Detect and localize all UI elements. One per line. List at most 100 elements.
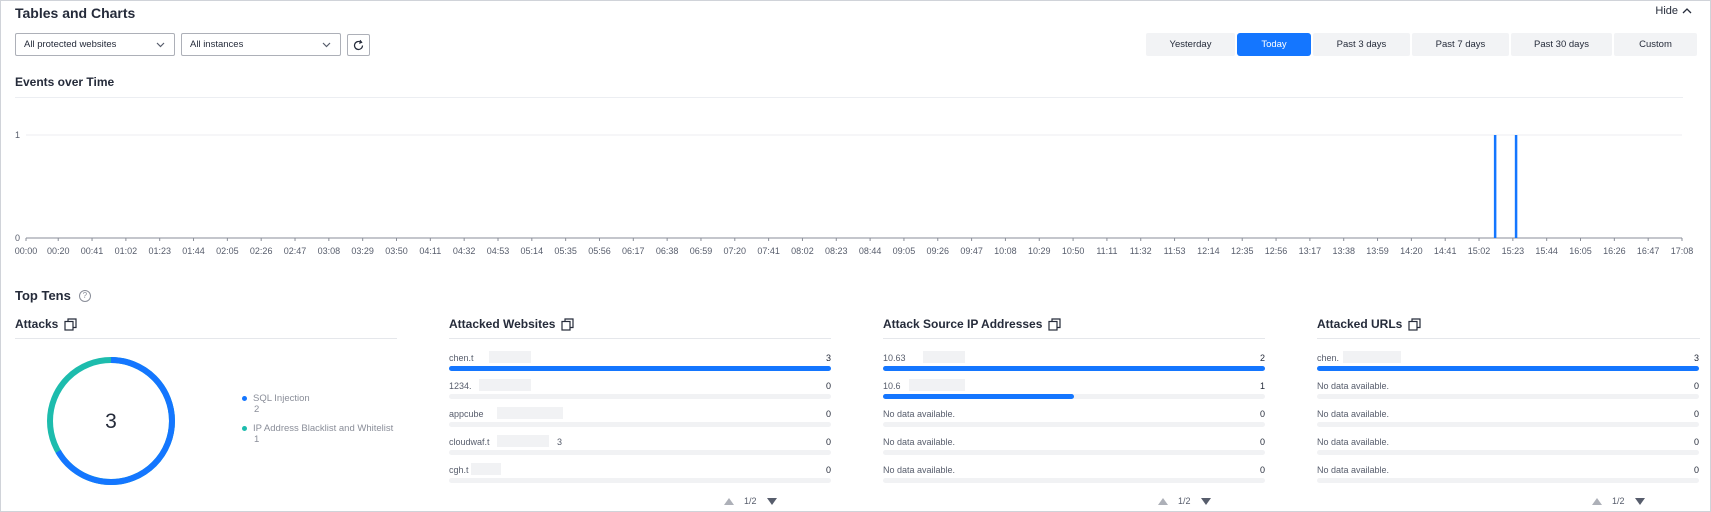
legend-item-sql-injection[interactable]: SQL Injection 2 <box>242 393 402 415</box>
x-tick-label: 08:02 <box>791 246 814 256</box>
legend-label: IP Address Blacklist and Whitelist <box>253 423 394 434</box>
list-item-count: 0 <box>825 437 831 447</box>
help-icon[interactable]: ? <box>78 289 91 302</box>
list-item[interactable]: 10.6 1 <box>883 377 1265 405</box>
list-item-count: 2 <box>1259 353 1265 363</box>
list-item[interactable]: chen.t 3 <box>449 349 831 377</box>
events-chart-title: Events over Time <box>15 75 115 89</box>
attacks-total: 3 <box>105 410 117 433</box>
x-tick-label: 11:53 <box>1164 246 1186 256</box>
progress-track <box>449 450 831 455</box>
redaction-mask <box>479 379 531 391</box>
x-tick-label: 13:59 <box>1366 246 1389 256</box>
list-item-label: chen. <box>1317 353 1340 363</box>
attacked-websites-panel: Attacked Websites chen.t 3 1234. 0 appcube 0 cl… <box>449 315 831 506</box>
x-tick-label: 17:08 <box>1671 246 1694 256</box>
progress-fill <box>883 366 1265 371</box>
x-tick-label: 14:41 <box>1434 246 1457 256</box>
page-indicator: 1/2 <box>1612 496 1625 506</box>
range-custom[interactable]: Custom <box>1614 33 1697 56</box>
x-tick-label: 04:53 <box>487 246 510 256</box>
list-item[interactable]: No data available. 0 <box>1317 461 1699 489</box>
list-item-count: 3 <box>1693 353 1699 363</box>
x-tick-label: 00:20 <box>47 246 70 256</box>
progress-track <box>883 450 1265 455</box>
list-item-label: No data available. <box>883 465 956 475</box>
progress-track <box>883 366 1265 371</box>
copy-icon[interactable] <box>64 317 77 331</box>
refresh-button[interactable] <box>347 34 370 56</box>
list-item-count: 0 <box>825 409 831 419</box>
legend-count: 1 <box>254 434 260 445</box>
list-item[interactable]: No data available. 0 <box>1317 405 1699 433</box>
hide-button[interactable]: Hide <box>1655 5 1692 17</box>
list-item[interactable]: No data available. 0 <box>883 461 1265 489</box>
x-tick-label: 12:14 <box>1197 246 1220 256</box>
range-past-30-days[interactable]: Past 30 days <box>1511 33 1612 56</box>
copy-icon[interactable] <box>1048 317 1062 331</box>
copy-icon[interactable] <box>1408 317 1421 331</box>
x-tick-label: 14:20 <box>1400 246 1423 256</box>
list-item-count: 0 <box>1259 465 1265 475</box>
list-item[interactable]: chen. 3 <box>1317 349 1699 377</box>
x-tick-label: 05:56 <box>588 246 611 256</box>
instance-select[interactable]: All instances <box>181 33 341 56</box>
range-past-3-days[interactable]: Past 3 days <box>1313 33 1410 56</box>
list-item[interactable]: No data available. 0 <box>1317 377 1699 405</box>
list-item-label: No data available. <box>1317 381 1390 391</box>
x-tick-label: 00:00 <box>15 246 38 256</box>
x-tick-label: 13:17 <box>1299 246 1322 256</box>
legend-item-ip-blacklist[interactable]: IP Address Blacklist and Whitelist 1 <box>242 423 397 445</box>
list-item-label: cloudwaf.t <box>449 437 490 447</box>
page-up-icon[interactable] <box>1158 497 1168 505</box>
list-item-count: 0 <box>1693 409 1699 419</box>
refresh-icon <box>353 39 364 50</box>
list-item-label: 10.63 <box>883 353 906 363</box>
x-tick-label: 02:26 <box>250 246 273 256</box>
list-item[interactable]: 1234. 0 <box>449 377 831 405</box>
x-tick-label: 08:44 <box>859 246 882 256</box>
list-item[interactable]: cgh.t 0 <box>449 461 831 489</box>
redaction-mask <box>471 463 501 475</box>
website-select[interactable]: All protected websites <box>15 33 175 56</box>
legend-dot <box>242 395 247 401</box>
list-item[interactable]: appcube 0 <box>449 405 831 433</box>
top-tens-heading: Top Tens ? <box>15 288 91 303</box>
page-up-icon[interactable] <box>1592 497 1602 505</box>
list-item[interactable]: No data available. 0 <box>883 405 1265 433</box>
x-tick-label: 10:50 <box>1062 246 1085 256</box>
events-over-time-chart: 0 1 00:00 00:20 00:41 01:02 01:23 01:44 02:05 02:… <box>15 130 1694 256</box>
attacks-title: Attacks <box>15 317 59 331</box>
page-up-icon[interactable] <box>724 497 734 505</box>
x-tick-label: 15:44 <box>1535 246 1558 256</box>
chevron-down-icon <box>322 42 331 48</box>
x-tick-label: 12:56 <box>1265 246 1288 256</box>
x-tick-label: 11:11 <box>1096 246 1117 256</box>
chevron-down-icon <box>156 42 165 48</box>
chevron-up-icon <box>1682 8 1692 14</box>
list-item[interactable]: 10.63 2 <box>883 349 1265 377</box>
redaction-mask <box>909 379 965 391</box>
x-tick-label: 09:47 <box>960 246 983 256</box>
page-down-icon[interactable] <box>1634 497 1645 505</box>
list-item[interactable]: No data available. 0 <box>883 433 1265 461</box>
range-past-7-days[interactable]: Past 7 days <box>1412 33 1509 56</box>
progress-track <box>883 478 1265 483</box>
range-today[interactable]: Today <box>1237 33 1311 56</box>
copy-icon[interactable] <box>561 317 575 331</box>
attacked-urls-panel: Attacked URLs chen. 3 No data available. 0 No… <box>1317 315 1700 506</box>
range-yesterday[interactable]: Yesterday <box>1146 33 1235 56</box>
x-tick-label: 05:14 <box>521 246 544 256</box>
x-tick-label: 02:05 <box>216 246 239 256</box>
progress-track <box>1317 478 1699 483</box>
page-down-icon[interactable] <box>766 497 777 505</box>
progress-fill <box>1317 366 1699 371</box>
list-item-count: 0 <box>1259 409 1265 419</box>
list-item[interactable]: No data available. 0 <box>1317 433 1699 461</box>
page-indicator: 1/2 <box>1178 496 1191 506</box>
page-down-icon[interactable] <box>1200 497 1211 505</box>
list-item[interactable]: cloudwaf.t 3 0 <box>449 433 831 461</box>
progress-track <box>1317 422 1699 427</box>
list-item-label: cgh.t <box>449 465 469 475</box>
x-tick-label: 11:32 <box>1130 246 1152 256</box>
